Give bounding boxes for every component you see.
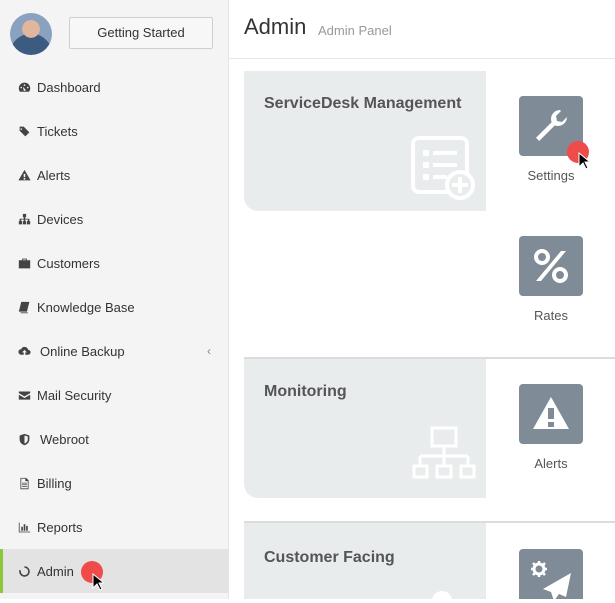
sidebar-item-reports[interactable]: Reports: [0, 505, 229, 549]
section-monitoring: Monitoring: [244, 359, 486, 498]
sitemap-icon: [17, 212, 31, 226]
sidebar-item-label: Tickets: [37, 123, 78, 139]
sidebar-item-admin[interactable]: Admin: [0, 549, 229, 593]
sidebar-item-label: Devices: [37, 211, 84, 227]
alerts-label[interactable]: Alerts: [511, 456, 591, 471]
cloud-icon: [432, 591, 452, 599]
sidebar-item-mail-security[interactable]: Mail Security: [0, 373, 229, 417]
sidebar-item-tickets[interactable]: Tickets: [0, 109, 229, 153]
sidebar-item-alerts[interactable]: Alerts: [0, 153, 229, 197]
sidebar-item-label: Billing: [37, 475, 72, 491]
sidebar-item-label: Webroot: [40, 431, 89, 447]
percent-icon: [534, 249, 568, 283]
sidebar-item-label: Online Backup: [40, 343, 125, 359]
cloud-upload-icon: [17, 344, 31, 358]
section-title: Customer Facing: [264, 549, 395, 566]
bar-chart-icon: [17, 520, 31, 534]
alerts-tile[interactable]: [519, 384, 583, 444]
section-title: ServiceDesk Management: [264, 95, 462, 112]
book-icon: [17, 300, 31, 314]
shield-icon: [17, 432, 31, 446]
sidebar-item-devices[interactable]: Devices: [0, 197, 229, 241]
sidebar-item-label: Dashboard: [37, 79, 101, 95]
rates-label[interactable]: Rates: [511, 308, 591, 323]
getting-started-button[interactable]: Getting Started: [69, 17, 213, 49]
sidebar: Getting Started Dashboard Tickets Alerts…: [0, 0, 229, 599]
wrench-icon: [536, 110, 567, 141]
sidebar-item-label: Mail Security: [37, 387, 112, 403]
sidebar-item-label: Alerts: [37, 167, 71, 183]
chevron-left-icon[interactable]: ‹: [207, 344, 211, 358]
section-customer-facing: Customer Facing: [244, 523, 486, 599]
sidebar-item-label: Customers: [37, 255, 100, 271]
sidebar-item-online-backup[interactable]: Online Backup ‹: [0, 329, 229, 373]
rates-tile[interactable]: [519, 236, 583, 296]
send-gear-icon: [531, 561, 571, 601]
file-text-icon: [17, 476, 31, 490]
sidebar-header: Getting Started: [0, 0, 229, 65]
mouse-cursor-icon: [92, 573, 104, 591]
tachometer-icon: [17, 80, 31, 94]
warning-icon: [17, 168, 31, 182]
avatar[interactable]: [10, 13, 52, 55]
envelope-icon: [17, 388, 31, 402]
section-servicedesk-management: ServiceDesk Management: [244, 71, 486, 211]
briefcase-icon: [17, 256, 31, 270]
mouse-cursor-icon: [578, 152, 590, 170]
sidebar-item-dashboard[interactable]: Dashboard: [0, 65, 229, 109]
sidebar-item-billing[interactable]: Billing: [0, 461, 229, 505]
sidebar-item-label: Knowledge Base: [37, 299, 135, 315]
form-add-icon: [411, 136, 475, 200]
sidebar-item-knowledge-base[interactable]: Knowledge Base: [0, 285, 229, 329]
network-icon: [412, 426, 476, 479]
sidebar-item-label: Admin: [37, 563, 74, 579]
circle-notch-icon: [17, 564, 31, 578]
settings-label[interactable]: Settings: [511, 168, 591, 183]
section-title: Monitoring: [264, 383, 347, 400]
warning-icon: [533, 397, 569, 429]
page-title: Admin: [244, 14, 307, 39]
customer-portal-tile[interactable]: [519, 549, 583, 601]
sidebar-item-label: Reports: [37, 519, 83, 535]
tags-icon: [17, 124, 31, 138]
sidebar-item-customers[interactable]: Customers: [0, 241, 229, 285]
page-subtitle: Admin Panel: [318, 23, 392, 38]
page-header: Admin Admin Panel: [229, 0, 615, 59]
sidebar-item-webroot[interactable]: Webroot: [0, 417, 229, 461]
